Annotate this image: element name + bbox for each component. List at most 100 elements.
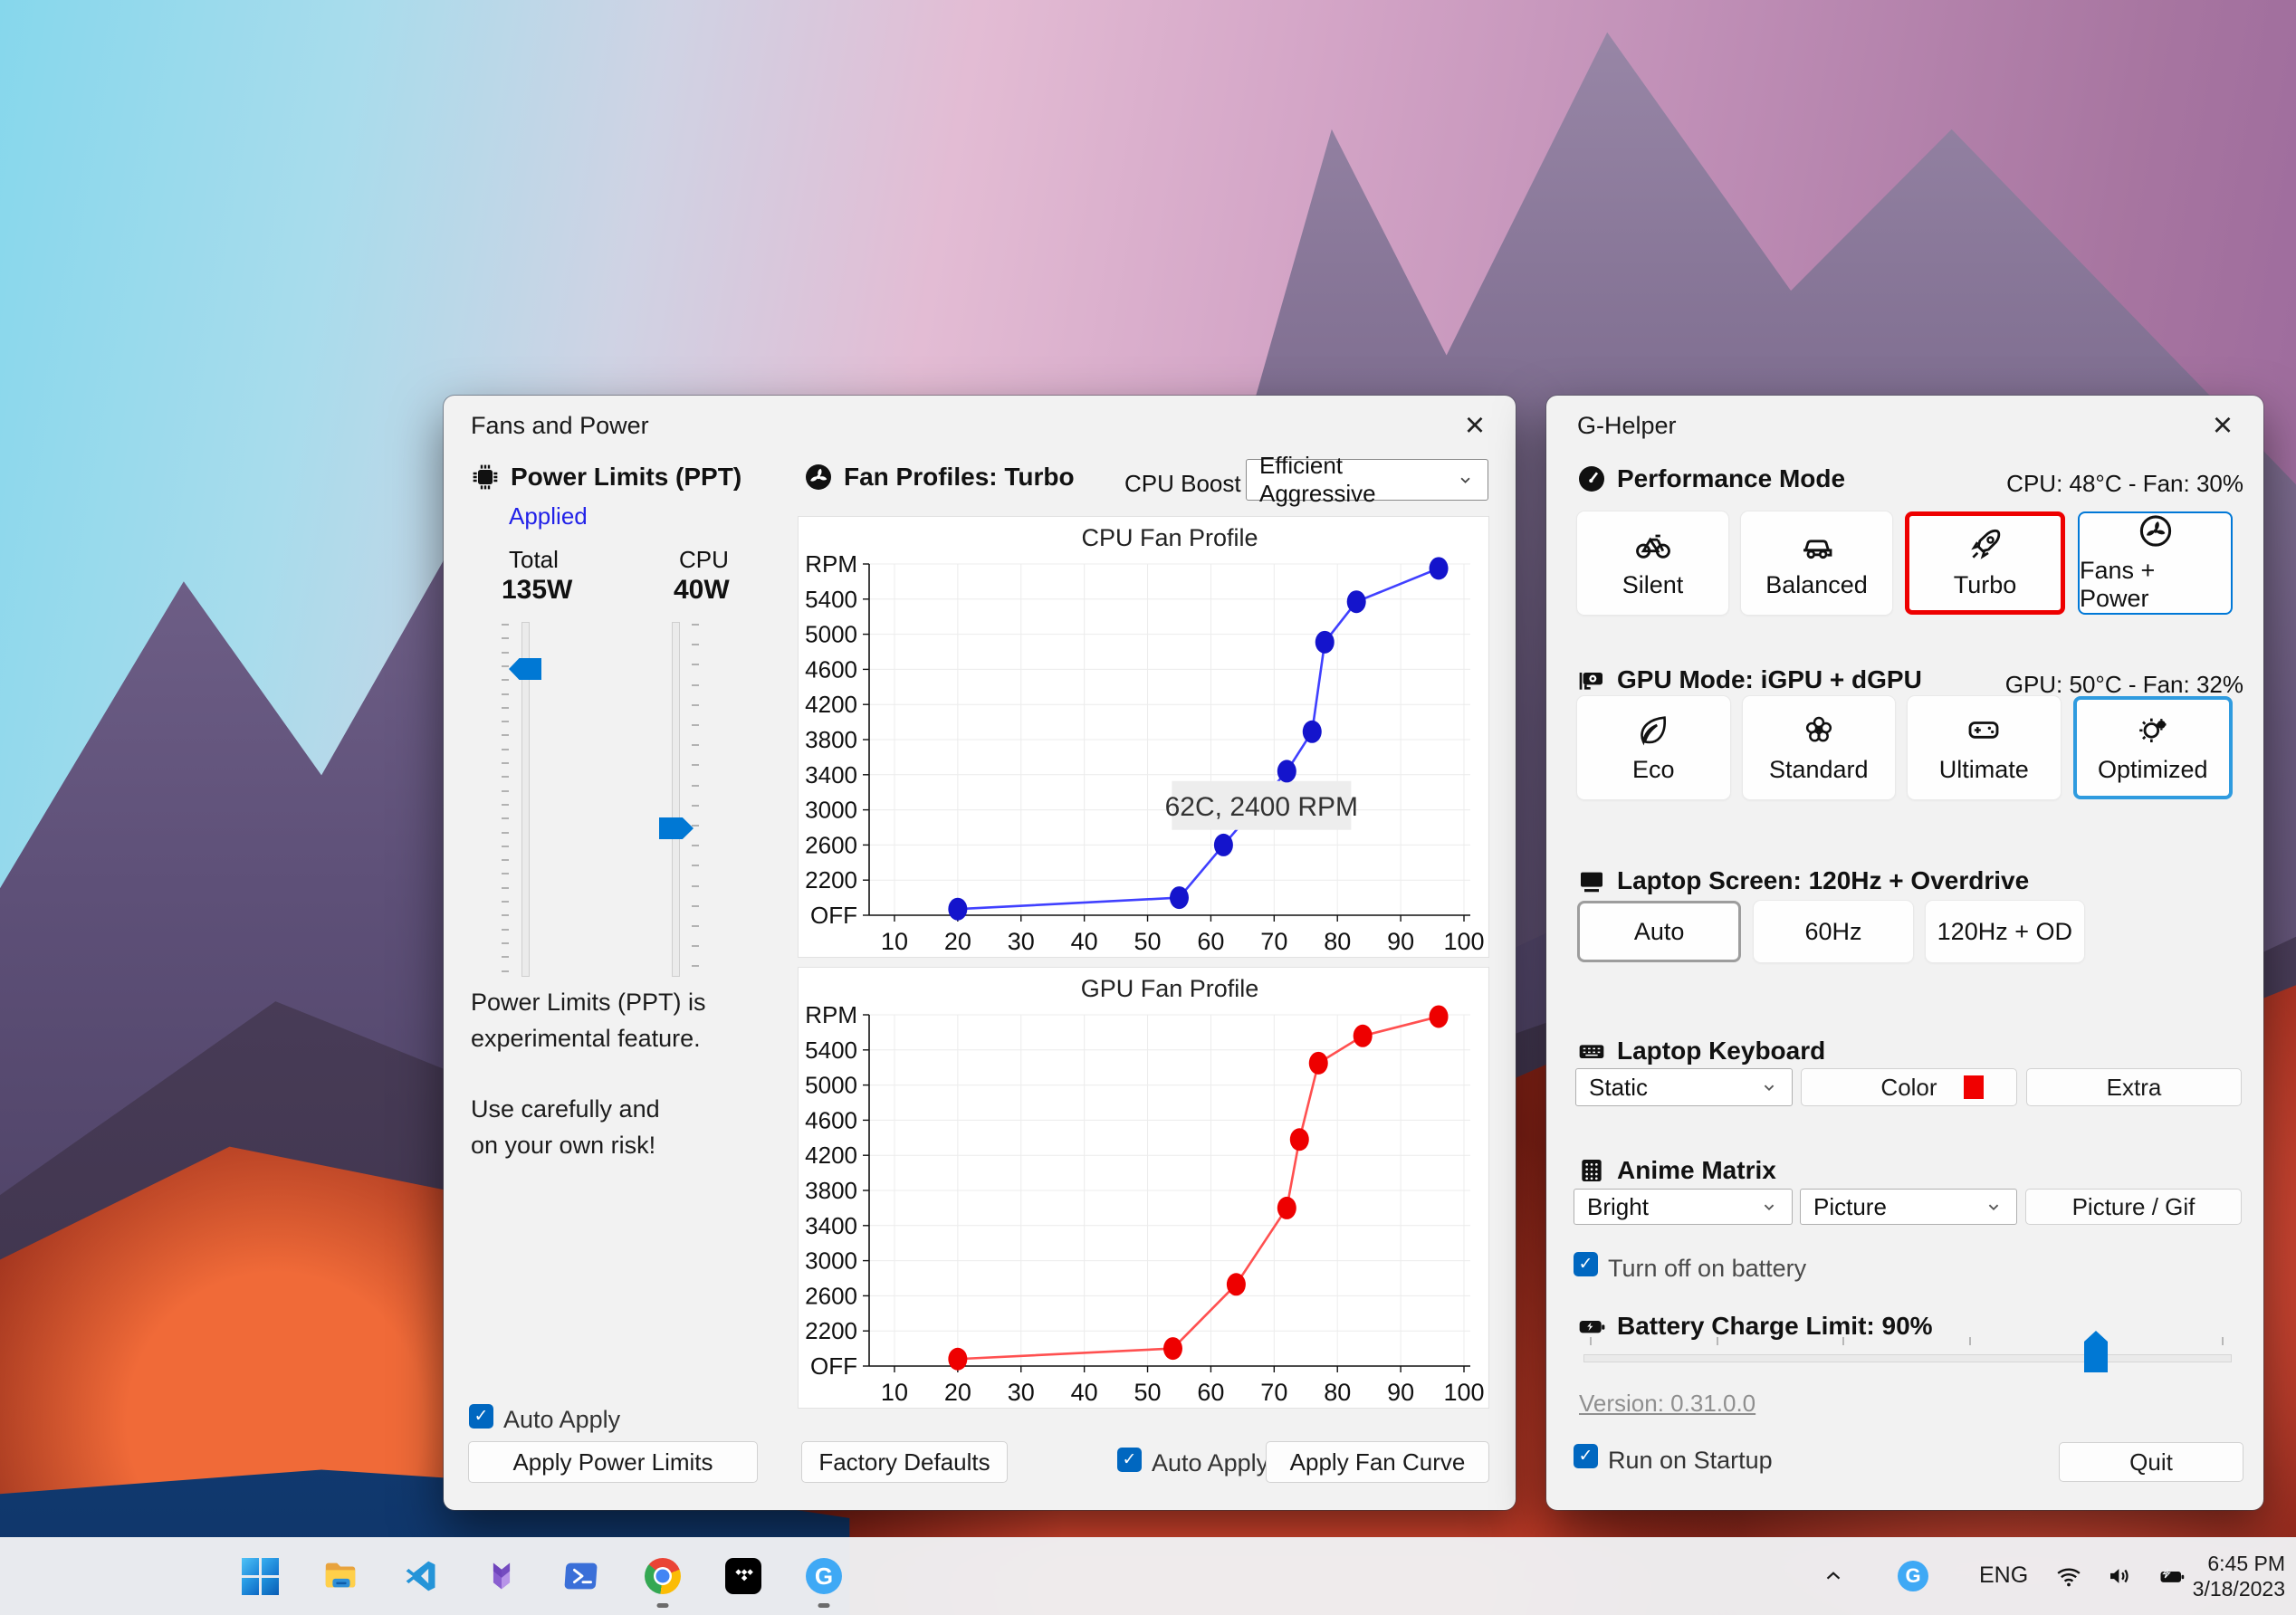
start-button[interactable] — [240, 1556, 280, 1596]
ghelper-taskbar-icon[interactable]: G — [804, 1556, 844, 1608]
fan-icon — [806, 464, 831, 490]
slider-tick — [502, 928, 509, 931]
fan-curve-point[interactable] — [1353, 1024, 1373, 1047]
slider-tick — [502, 693, 509, 695]
slider-tick — [692, 784, 699, 787]
keyboard-extra-button[interactable]: Extra — [2026, 1068, 2242, 1106]
fan-curve-point[interactable] — [1315, 630, 1335, 654]
tray-chevron-up-icon[interactable] — [1822, 1564, 1845, 1588]
fan-curve-point[interactable] — [1289, 1128, 1309, 1152]
gpu-temp-fan-status: GPU: 50°C - Fan: 32% — [2004, 671, 2243, 698]
fan-curve-point[interactable] — [1169, 886, 1189, 910]
button-label: Fans + Power — [2080, 557, 2156, 612]
cpu-boost-dropdown[interactable]: Efficient Aggressive — [1246, 452, 1488, 507]
keyboard-mode-dropdown[interactable]: Static — [1575, 1068, 1793, 1106]
slider-tick — [502, 762, 509, 764]
fan-curve-point[interactable] — [1302, 720, 1322, 743]
run-on-startup-label: Run on Startup — [1608, 1447, 1773, 1474]
ppt-note-line4: on your own risk! — [471, 1132, 656, 1159]
slider-tick — [692, 904, 699, 907]
fans-power-button[interactable]: Fans + Power — [2078, 511, 2233, 615]
performance-mode-heading: Performance Mode — [1577, 464, 1845, 493]
fan-curve-point[interactable] — [1429, 1005, 1449, 1028]
button-label: 60Hz — [1804, 917, 1862, 945]
performance-mode-heading-label: Performance Mode — [1617, 464, 1846, 492]
ghelper-tray-icon[interactable]: G — [1898, 1561, 1928, 1591]
button-label: Turbo — [1953, 571, 2017, 598]
optimized-button[interactable]: Optimized — [2072, 696, 2233, 799]
performance-mode-buttons: Silent Balanced Turbo Fans + Power — [1577, 511, 2233, 615]
battery-tray-icon[interactable] — [2158, 1562, 2186, 1590]
y-tick-label: OFF — [810, 902, 857, 929]
fan-curve-point[interactable] — [1213, 833, 1233, 856]
vscode-icon[interactable] — [401, 1556, 441, 1596]
apply-power-limits-button[interactable]: Apply Power Limits — [468, 1441, 758, 1483]
fan-curve-point[interactable] — [948, 1347, 968, 1371]
car-icon — [1803, 540, 1832, 559]
quit-button[interactable]: Quit — [2059, 1442, 2243, 1482]
x-tick-label: 60 — [1197, 928, 1224, 955]
fan-curve-point[interactable] — [1308, 1051, 1328, 1075]
wifi-icon[interactable] — [2055, 1562, 2082, 1590]
battery-slider-handle[interactable] — [2084, 1331, 2108, 1372]
matrix-type-dropdown[interactable]: Picture — [1800, 1189, 2017, 1225]
slider-tick — [502, 679, 509, 682]
standard-button[interactable]: Standard — [1742, 696, 1895, 799]
fan-curve-point[interactable] — [1162, 1337, 1182, 1361]
y-tick-label: 3000 — [805, 797, 857, 824]
120hz-od-button[interactable]: 120Hz + OD — [1925, 901, 2084, 962]
auto-button[interactable]: Auto — [1577, 901, 1742, 962]
fan-curve-point[interactable] — [1346, 590, 1366, 614]
button-label: Auto — [1633, 917, 1685, 945]
factory-defaults-button[interactable]: Factory Defaults — [801, 1441, 1008, 1483]
window-title: G-Helper — [1577, 412, 1677, 439]
purple-app-icon[interactable] — [482, 1556, 521, 1596]
turn-off-on-battery-checkbox[interactable]: ✓ — [1574, 1252, 1598, 1276]
fan-curve-point[interactable] — [1429, 557, 1449, 580]
battery-slider-track[interactable] — [1583, 1354, 2232, 1362]
run-on-startup-checkbox[interactable]: ✓ — [1574, 1444, 1598, 1468]
silent-button[interactable]: Silent — [1577, 511, 1728, 615]
fan-auto-apply-checkbox[interactable]: ✓ — [1117, 1448, 1142, 1472]
slider-tick — [502, 748, 509, 750]
y-tick-label: 4200 — [805, 1142, 857, 1169]
volume-icon[interactable] — [2106, 1562, 2133, 1590]
file-explorer-icon[interactable] — [320, 1556, 360, 1596]
matrix-brightness-dropdown[interactable]: Bright — [1574, 1189, 1793, 1225]
close-icon[interactable]: × — [2202, 405, 2243, 446]
close-icon[interactable]: × — [1454, 405, 1496, 446]
turbo-button[interactable]: Turbo — [1905, 511, 2065, 615]
clock[interactable]: 6:45 PM 3/18/2023 — [2193, 1551, 2285, 1601]
ultimate-button[interactable]: Ultimate — [1908, 696, 2061, 799]
battery-charge-limit-label: Battery Charge Limit: 90% — [1617, 1312, 1933, 1340]
tidal-icon[interactable] — [723, 1556, 763, 1596]
running-indicator — [656, 1603, 669, 1608]
version-link[interactable]: Version: 0.31.0.0 — [1579, 1390, 1755, 1418]
slider-tick — [502, 706, 509, 709]
screen-icon — [1581, 872, 1602, 893]
cpu-fan-chart[interactable]: CPU Fan Profile OFF 2200 2600 3000 3400 3800 42… — [798, 516, 1489, 958]
matrix-picture-gif-button[interactable]: Picture / Gif — [2025, 1189, 2242, 1225]
slider-tick — [502, 817, 509, 820]
fan-curve-point[interactable] — [1226, 1273, 1246, 1296]
keyboard-color-button[interactable]: Color — [1801, 1068, 2017, 1106]
60hz-button[interactable]: 60Hz — [1754, 901, 1913, 962]
apply-fan-curve-button[interactable]: Apply Fan Curve — [1266, 1441, 1489, 1483]
slider-tick — [502, 789, 509, 792]
cpu-slider-track[interactable] — [672, 622, 680, 977]
total-value: 135W — [502, 575, 573, 605]
total-slider-handle[interactable] — [509, 658, 541, 680]
gpu-fan-chart[interactable]: GPU Fan Profile OFF 2200 2600 3000 3400 3800 42… — [798, 967, 1489, 1409]
fan-curve-point[interactable] — [1277, 760, 1296, 783]
powershell-icon[interactable] — [562, 1556, 602, 1596]
fan-curve-point[interactable] — [948, 897, 968, 921]
chrome-icon[interactable] — [643, 1556, 683, 1608]
slider-tick — [502, 637, 509, 640]
cpu-slider-handle[interactable] — [659, 817, 694, 839]
gamepad-icon — [1968, 721, 1999, 739]
power-auto-apply-checkbox[interactable]: ✓ — [469, 1404, 493, 1429]
balanced-button[interactable]: Balanced — [1741, 511, 1892, 615]
eco-button[interactable]: Eco — [1577, 696, 1730, 799]
language-indicator[interactable]: ENG — [1979, 1562, 2028, 1589]
fan-curve-point[interactable] — [1277, 1196, 1296, 1219]
